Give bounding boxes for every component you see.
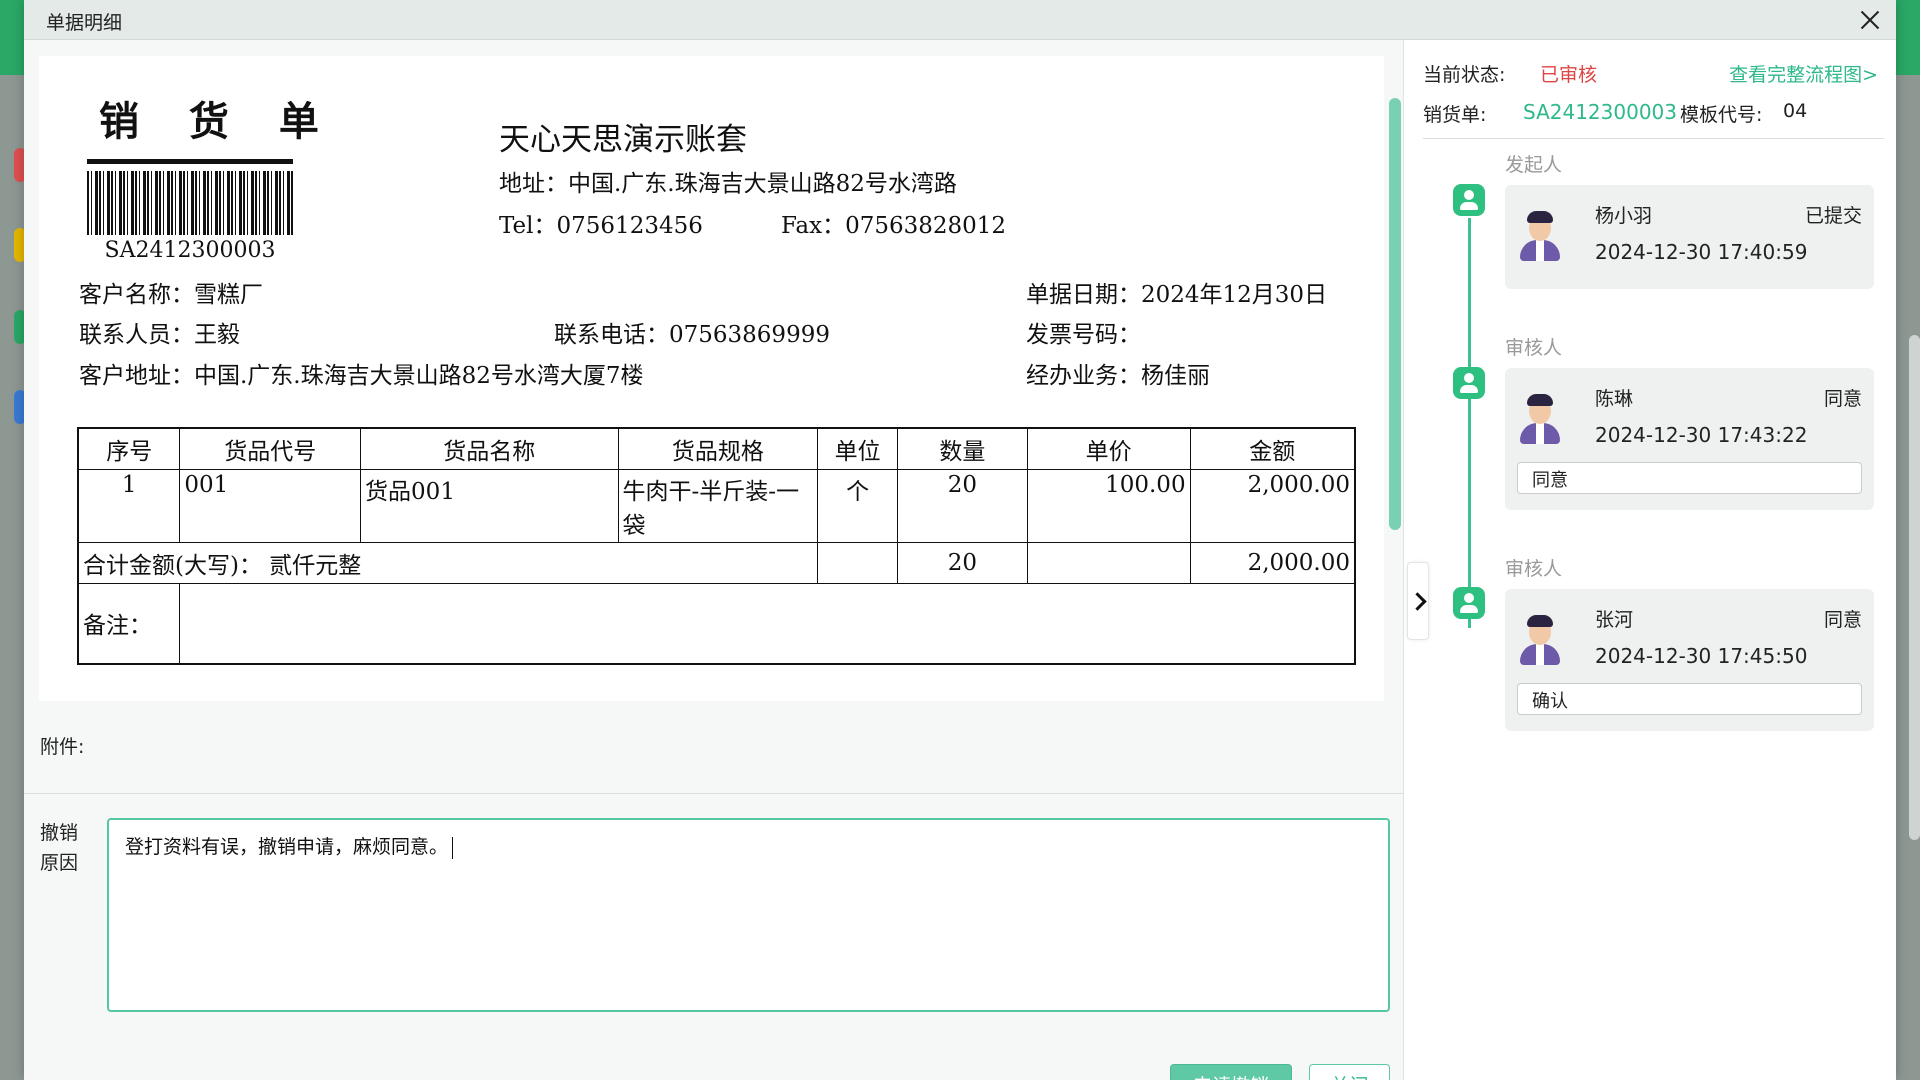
sales-document: 销 货 单 SA2412300003 天心天思演示账套 地址：中国.广东.珠海吉…: [39, 56, 1384, 701]
text-cursor: [452, 836, 454, 859]
timeline-card: 陈琳 同意 2024-12-30 17:43:22 同意: [1505, 368, 1874, 510]
timeline-card: 张河 同意 2024-12-30 17:45:50 确认: [1505, 589, 1874, 731]
document-pane: 销 货 单 SA2412300003 天心天思演示账套 地址：中国.广东.珠海吉…: [24, 40, 1404, 1080]
avatar: [1517, 615, 1563, 665]
dialog-title: 单据明细: [46, 12, 123, 34]
timeline-card: 杨小羽 已提交 2024-12-30 17:40:59: [1505, 185, 1874, 289]
heading-underline: [87, 159, 293, 164]
approval-state: 已提交: [1804, 205, 1862, 227]
timeline-role: 发起人: [1505, 154, 1563, 176]
revoke-reason-input[interactable]: 登打资料有误，撤销申请，麻烦同意。: [107, 818, 1390, 1012]
approval-time: 2024-12-30 17:43:22: [1595, 423, 1808, 447]
document-detail-dialog: 单据明细 销 货 单 SA2412300003 天心天思演示账套 地址：中国.广…: [24, 0, 1896, 1080]
status-value: 已审核: [1540, 64, 1598, 86]
doc-type-label: 销货单:: [1423, 104, 1487, 126]
table-header: 货品名称: [360, 427, 619, 470]
table-cell: 1: [77, 468, 181, 543]
table-header: 数量: [897, 427, 1028, 470]
table-header-row: 序号 货品代号 货品名称 货品规格 单位 数量 单价 金额: [77, 427, 1356, 470]
page-scrollbar[interactable]: [1909, 335, 1920, 840]
divider: [24, 793, 1404, 794]
company-name: 天心天思演示账套: [499, 122, 747, 158]
items-table: 序号 货品代号 货品名称 货品规格 单位 数量 单价 金额 1 001 货品00…: [77, 427, 1356, 665]
approver-name: 杨小羽: [1595, 205, 1653, 227]
table-header: 货品代号: [179, 427, 362, 470]
template-value: 04: [1783, 100, 1808, 122]
table-header: 单价: [1026, 427, 1191, 470]
barcode-number: SA2412300003: [104, 238, 276, 263]
contact-person: 联系人员：王毅: [79, 322, 240, 348]
revoke-reason-text: 登打资料有误，撤销申请，麻烦同意。: [125, 836, 449, 858]
collapse-sidebar-chevron-icon[interactable]: [1407, 562, 1429, 640]
avatar: [1517, 211, 1563, 261]
close-button[interactable]: 关闭: [1309, 1064, 1390, 1080]
approval-time: 2024-12-30 17:40:59: [1595, 240, 1808, 264]
handler: 经办业务：杨佳丽: [1026, 363, 1210, 389]
approver-name: 陈琳: [1595, 388, 1634, 410]
table-header: 货品规格: [617, 427, 819, 470]
approval-comment: 确认: [1517, 683, 1862, 715]
close-icon[interactable]: [1854, 4, 1886, 36]
user-icon: [1453, 184, 1485, 216]
approval-time: 2024-12-30 17:45:50: [1595, 644, 1808, 668]
table-cell: 100.00: [1026, 468, 1191, 543]
doc-number: SA2412300003: [1523, 100, 1677, 124]
user-icon: [1453, 587, 1485, 619]
document-scrollbar[interactable]: [1389, 98, 1401, 530]
total-quantity: 20: [897, 541, 1028, 584]
approval-state: 同意: [1823, 609, 1862, 631]
timeline-role: 审核人: [1505, 337, 1563, 359]
view-flowchart-link[interactable]: 查看完整流程图>: [1729, 60, 1878, 87]
approver-name: 张河: [1595, 609, 1634, 631]
table-header: 单位: [817, 427, 898, 470]
table-cell: [1026, 541, 1191, 584]
table-remark-row: 备注：: [77, 582, 1356, 665]
revoke-reason-label-line: 撤销: [40, 822, 79, 844]
document-heading: 销 货 单: [99, 98, 337, 145]
customer-name: 客户名称：雪糕厂: [79, 282, 263, 308]
table-total-row: 合计金额(大写)： 贰仟元整 20 2,000.00: [77, 541, 1356, 584]
remark-value: [179, 582, 1356, 665]
table-row: 1 001 货品001 牛肉干-半斤装-一袋 个 20 100.00 2,000…: [77, 468, 1356, 543]
total-amount: 2,000.00: [1189, 541, 1356, 584]
avatar: [1517, 394, 1563, 444]
barcode-image: [87, 171, 293, 235]
table-cell: 20: [897, 468, 1028, 543]
timeline-line: [1468, 218, 1471, 628]
invoice-number: 发票号码：: [1026, 322, 1141, 348]
contact-phone: 联系电话：07563869999: [554, 322, 830, 348]
document-date: 单据日期：2024年12月30日: [1026, 282, 1328, 308]
table-cell: 牛肉干-半斤装-一袋: [617, 468, 819, 543]
table-header: 金额: [1189, 427, 1356, 470]
dialog-titlebar: 单据明细: [24, 0, 1896, 40]
approval-sidebar: 当前状态: 已审核 查看完整流程图> 销货单: SA2412300003 模板代…: [1405, 40, 1896, 1080]
table-cell: 个: [817, 468, 898, 543]
approval-state: 同意: [1823, 388, 1862, 410]
status-label: 当前状态:: [1423, 64, 1506, 86]
table-cell: 2,000.00: [1189, 468, 1356, 543]
divider: [1423, 138, 1884, 139]
table-header: 序号: [77, 427, 181, 470]
table-cell: [817, 541, 898, 584]
approval-comment: 同意: [1517, 462, 1862, 494]
total-amount-words: 合计金额(大写)： 贰仟元整: [77, 541, 819, 584]
customer-address: 客户地址：中国.广东.珠海吉大景山路82号水湾大厦7楼: [79, 363, 644, 389]
timeline-role: 审核人: [1505, 558, 1563, 580]
company-tel: Tel：0756123456: [499, 213, 703, 239]
table-cell: 货品001: [360, 468, 619, 543]
attachment-label: 附件:: [40, 736, 85, 758]
company-fax: Fax：07563828012: [781, 213, 1007, 239]
revoke-reason-label-line: 原因: [40, 852, 79, 874]
table-cell: 001: [179, 468, 362, 543]
remark-label: 备注：: [77, 582, 181, 665]
template-label: 模板代号:: [1680, 104, 1763, 126]
company-address: 地址：中国.广东.珠海吉大景山路82号水湾路: [499, 171, 957, 197]
submit-revoke-button[interactable]: 申请撤销: [1170, 1064, 1292, 1080]
user-icon: [1453, 367, 1485, 399]
revoke-reason-label: 撤销 原因: [40, 818, 78, 878]
